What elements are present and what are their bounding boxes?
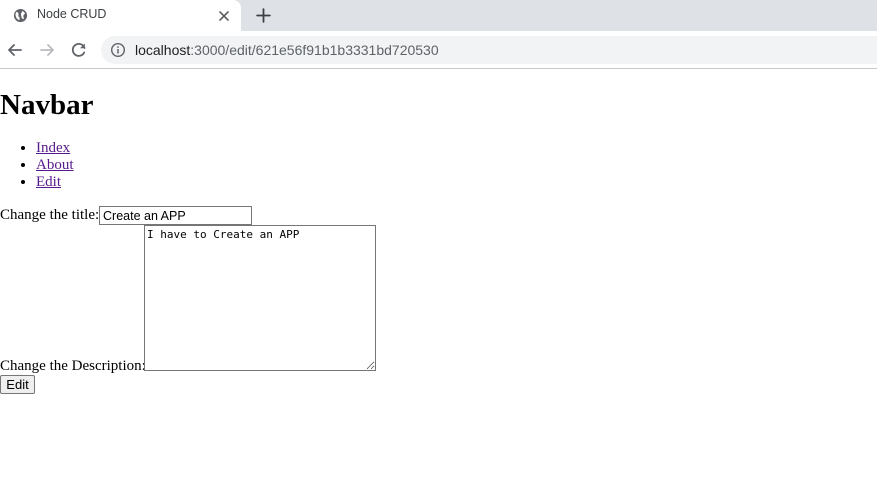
browser-toolbar: localhost:3000/edit/621e56f91b1b3331bd72… (0, 31, 877, 69)
url-path: :3000/edit/621e56f91b1b3331bd720530 (190, 42, 439, 58)
browser-tabstrip: Node CRUD (0, 0, 877, 31)
tab-title: Node CRUD (37, 7, 107, 21)
reload-icon[interactable] (69, 40, 89, 60)
close-icon[interactable] (216, 8, 232, 24)
browser-tab[interactable]: Node CRUD (0, 0, 241, 31)
address-bar[interactable]: localhost:3000/edit/621e56f91b1b3331bd72… (101, 36, 877, 64)
nav-item: Index (36, 140, 74, 157)
title-label: Change the title: (0, 207, 100, 223)
page-content: Navbar Index About Edit Change the title… (0, 69, 877, 493)
nav-link-about[interactable]: About (36, 157, 74, 173)
description-label: Change the Description: (0, 358, 146, 374)
edit-button[interactable]: Edit (0, 375, 35, 394)
nav-link-index[interactable]: Index (36, 140, 70, 156)
description-textarea[interactable]: I have to Create an APP (144, 225, 376, 371)
nav-item: Edit (36, 174, 74, 191)
globe-icon (13, 8, 28, 23)
info-icon[interactable] (110, 42, 126, 58)
arrow-right-icon[interactable] (37, 40, 57, 60)
page-heading: Navbar (0, 89, 94, 121)
nav-list: Index About Edit (0, 140, 74, 191)
nav-item: About (36, 157, 74, 174)
title-input[interactable] (99, 206, 252, 225)
url-text: localhost:3000/edit/621e56f91b1b3331bd72… (135, 42, 439, 58)
url-host: localhost (135, 42, 191, 58)
plus-icon[interactable] (255, 7, 272, 24)
nav-link-edit[interactable]: Edit (36, 174, 61, 190)
arrow-left-icon[interactable] (5, 40, 25, 60)
